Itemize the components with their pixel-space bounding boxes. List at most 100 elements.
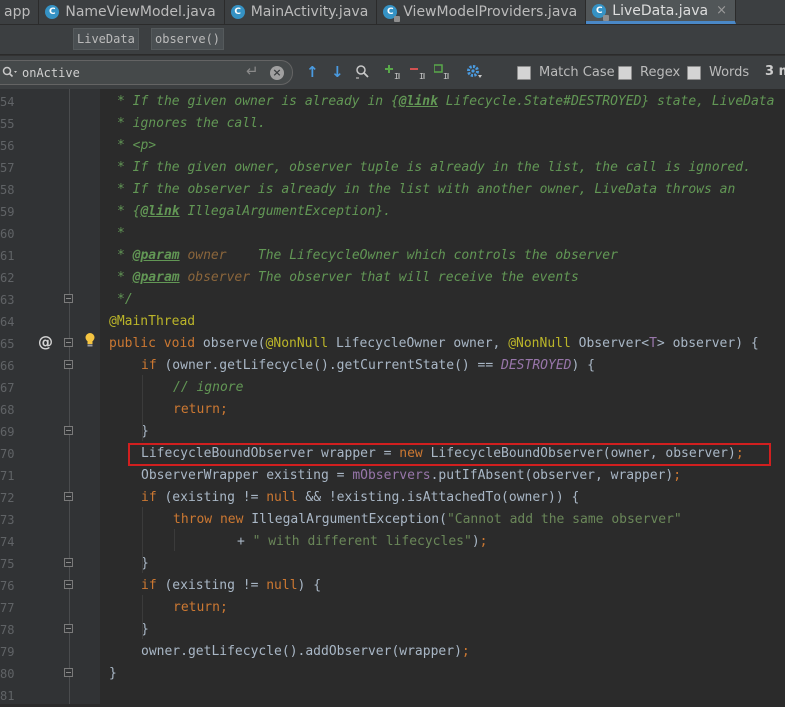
tab-viewmodelproviders[interactable]: C ViewModelProviders.java <box>377 0 587 24</box>
fold-marker[interactable] <box>64 360 73 369</box>
clear-search-icon[interactable]: × <box>270 66 284 80</box>
line-number: 70 <box>0 447 15 461</box>
words-checkbox[interactable] <box>687 65 701 80</box>
line-number: 66 <box>0 359 15 373</box>
code-token: ( <box>257 336 266 351</box>
code-token: "Cannot add the same observer" <box>446 512 682 527</box>
tab-label: LiveData.java <box>612 2 709 19</box>
code-token: (existing != <box>164 490 267 505</box>
code-token: // ignore <box>173 380 244 395</box>
code-token: * <box>117 248 133 263</box>
code-line: throw new IllegalArgumentException("Cann… <box>173 509 682 531</box>
lightbulb-icon[interactable] <box>84 332 96 348</box>
match-case-option[interactable]: Match Case <box>517 65 615 80</box>
fold-marker[interactable] <box>64 668 73 677</box>
close-icon[interactable]: × <box>716 3 727 18</box>
code-token: @param <box>132 248 180 263</box>
regex-checkbox[interactable] <box>618 65 632 80</box>
tab-label: ViewModelProviders.java <box>403 4 578 20</box>
find-toolbar: ↵ × ↑ ↓ I I I <box>0 55 785 90</box>
fold-marker[interactable] <box>64 294 73 303</box>
tab-livedata[interactable]: C LiveData.java × <box>586 0 736 24</box>
previous-occurrence-button[interactable]: ↑ <box>306 63 319 81</box>
code-line: return; <box>173 597 228 619</box>
gear-icon <box>467 65 482 78</box>
code-token: ) { <box>297 578 322 593</box>
line-number: 64 <box>0 315 15 329</box>
code-token: ) { <box>571 358 595 373</box>
code-token: * { <box>117 204 141 219</box>
line-number: 63 <box>0 293 15 307</box>
code-token: if <box>141 578 165 593</box>
search-field: ↵ × <box>0 60 293 85</box>
svg-text:I: I <box>419 72 424 80</box>
code-line: * If the given owner is already in {@lin… <box>117 91 774 113</box>
tab-nameviewmodel[interactable]: C NameViewModel.java <box>39 0 225 24</box>
line-number: 57 <box>0 161 15 175</box>
code-token: @NonNull <box>508 336 571 351</box>
line-number: 62 <box>0 271 15 285</box>
code-line: owner.getLifecycle().addObserver(wrapper… <box>141 641 470 663</box>
match-case-checkbox[interactable] <box>517 65 531 80</box>
code-token: null <box>266 578 298 593</box>
code-token: ; <box>673 468 682 483</box>
breadcrumb-method[interactable]: observe() <box>151 28 225 50</box>
code-token: LifecycleOwner owner, <box>328 336 509 351</box>
code-token: @param <box>132 270 180 285</box>
code-token: owner <box>179 248 227 263</box>
words-option[interactable]: Words <box>687 65 749 80</box>
line-number: 60 <box>0 227 15 241</box>
next-occurrence-button[interactable]: ↓ <box>331 63 344 81</box>
search-icon[interactable] <box>2 66 20 80</box>
line-number: 76 <box>0 579 15 593</box>
code-token: Lifecycle.State#DESTROYED} state, LiveDa… <box>437 94 775 109</box>
line-number: 73 <box>0 513 15 527</box>
code-line: * <box>117 223 125 245</box>
fold-marker[interactable] <box>64 580 73 589</box>
code-token: Observer< <box>570 336 650 351</box>
fold-marker[interactable] <box>64 426 73 435</box>
fold-marker[interactable] <box>64 492 73 501</box>
fold-marker[interactable] <box>64 624 73 633</box>
code-line: * <p> <box>117 135 156 157</box>
search-input[interactable] <box>22 63 242 82</box>
line-number: 65 <box>0 337 15 351</box>
indent-guide <box>142 595 143 639</box>
code-line: if (existing != null && !existing.isAtta… <box>141 487 579 509</box>
find-all-button[interactable] <box>355 63 371 81</box>
tab-mainactivity[interactable]: C MainActivity.java <box>225 0 378 24</box>
override-marker-icon[interactable]: @ <box>38 333 53 351</box>
tab-app[interactable]: app <box>0 0 40 24</box>
code-token: * If the given owner is already in { <box>117 94 399 109</box>
code-token: @link <box>140 204 180 219</box>
code-token: The LifecycleOwner which controls the ob… <box>226 248 618 263</box>
code-token: observer <box>179 270 251 285</box>
code-token: observe <box>202 336 258 351</box>
code-line: * If the observer is already in the list… <box>117 179 735 201</box>
enter-icon[interactable]: ↵ <box>246 62 259 80</box>
line-number: 58 <box>0 183 15 197</box>
code-token: mObservers <box>352 468 431 483</box>
words-label: Words <box>709 65 750 80</box>
filter-button[interactable] <box>466 63 484 81</box>
breadcrumb-class[interactable]: LiveData <box>73 28 139 50</box>
editor-gutter <box>0 89 100 704</box>
select-all-occurrences-button[interactable]: I <box>434 63 454 81</box>
svg-text:I: I <box>394 72 399 80</box>
code-token: (existing != <box>164 578 267 593</box>
line-number: 80 <box>0 667 15 681</box>
code-token: @link <box>398 94 438 109</box>
code-token: T <box>649 336 657 351</box>
code-line: * {@link IllegalArgumentException}. <box>117 201 391 223</box>
class-icon: C <box>45 5 60 19</box>
line-number: 61 <box>0 249 15 263</box>
code-token: ; <box>479 534 488 549</box>
fold-marker[interactable] <box>64 558 73 567</box>
code-token: * <p> <box>117 138 157 153</box>
regex-option[interactable]: Regex <box>618 65 680 80</box>
remove-occurrence-button[interactable]: I <box>410 63 430 81</box>
arrow-down-icon: ↓ <box>331 63 344 81</box>
fold-marker[interactable] <box>64 338 73 347</box>
add-occurrence-icon: I <box>385 65 400 80</box>
add-occurrence-button[interactable]: I <box>385 63 405 81</box>
